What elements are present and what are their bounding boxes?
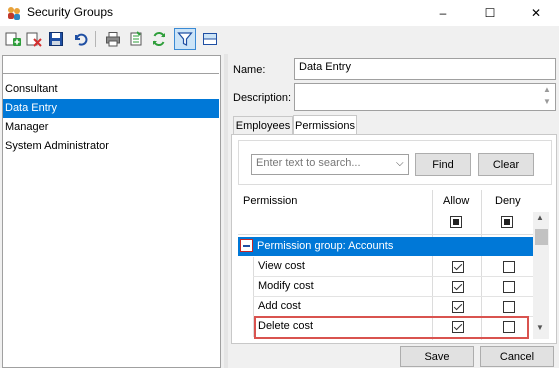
minimize-button[interactable]: – xyxy=(420,0,466,26)
group-item-manager[interactable]: Manager xyxy=(3,118,219,137)
find-button[interactable]: Find xyxy=(415,153,471,176)
search-input[interactable]: Enter text to search... xyxy=(251,154,409,175)
undo-button[interactable] xyxy=(70,29,90,49)
column-header-permission[interactable]: Permission xyxy=(243,195,297,207)
security-groups-app-icon xyxy=(6,5,22,21)
delete-icon xyxy=(26,32,42,47)
group-item-consultant[interactable]: Consultant xyxy=(3,80,219,99)
filter-button[interactable] xyxy=(174,28,196,50)
view-icon xyxy=(203,33,217,45)
filter-icon xyxy=(177,32,193,46)
scrollbar-thumb[interactable] xyxy=(535,229,548,245)
table-row[interactable]: Add cost xyxy=(240,297,530,317)
view-button[interactable] xyxy=(200,29,220,49)
minimize-icon: – xyxy=(439,6,447,20)
deny-checkbox[interactable] xyxy=(503,281,515,293)
undo-icon xyxy=(75,33,88,46)
close-button[interactable]: ✕ xyxy=(513,0,559,26)
permission-group-label: Permission group: Accounts xyxy=(257,240,394,252)
allow-checkbox[interactable] xyxy=(452,281,464,293)
refresh-icon xyxy=(153,31,165,47)
allow-checkbox[interactable] xyxy=(452,261,464,273)
description-field[interactable] xyxy=(294,83,556,111)
deny-checkbox[interactable] xyxy=(503,261,515,273)
export-icon xyxy=(130,31,142,46)
table-row[interactable]: View cost xyxy=(240,257,530,277)
print-button[interactable] xyxy=(103,29,123,49)
group-filter-input[interactable] xyxy=(3,56,219,74)
deny-checkbox[interactable] xyxy=(503,301,515,313)
delete-button[interactable] xyxy=(24,29,44,49)
collapse-icon[interactable] xyxy=(240,239,253,252)
description-scroll-arrows[interactable]: ▲ ▼ xyxy=(540,84,554,110)
save-button[interactable] xyxy=(46,29,66,49)
add-icon xyxy=(5,32,21,46)
permission-name: Modify cost xyxy=(258,280,314,292)
highlight-box xyxy=(254,316,529,339)
scroll-down-icon[interactable]: ▼ xyxy=(536,323,544,332)
group-item-data-entry[interactable]: Data Entry xyxy=(3,99,219,118)
chevron-down-icon[interactable]: ⌵ xyxy=(396,158,404,169)
add-button[interactable] xyxy=(3,29,23,49)
export-button[interactable] xyxy=(126,29,146,49)
save-icon xyxy=(49,32,63,46)
table-row[interactable]: Modify cost xyxy=(240,277,530,297)
save-form-button[interactable]: Save xyxy=(400,346,474,367)
scroll-up-icon[interactable]: ▲ xyxy=(536,213,544,222)
close-icon: ✕ xyxy=(530,6,542,20)
cancel-button[interactable]: Cancel xyxy=(480,346,554,367)
refresh-button[interactable] xyxy=(149,29,169,49)
maximize-icon: ☐ xyxy=(484,6,496,20)
group-item-system-administrator[interactable]: System Administrator xyxy=(3,137,219,156)
print-icon xyxy=(106,32,120,47)
deny-all-checkbox[interactable] xyxy=(501,216,513,228)
description-label: Description: xyxy=(233,92,292,104)
allow-all-checkbox[interactable] xyxy=(450,216,462,228)
maximize-button[interactable]: ☐ xyxy=(467,0,513,26)
permission-name: Add cost xyxy=(258,300,301,312)
name-field[interactable]: Data Entry xyxy=(294,58,556,80)
column-header-allow[interactable]: Allow xyxy=(443,195,469,207)
column-header-deny[interactable]: Deny xyxy=(495,195,521,207)
allow-checkbox[interactable] xyxy=(452,301,464,313)
name-label: Name: xyxy=(233,64,266,76)
tab-permissions[interactable]: Permissions xyxy=(293,115,357,135)
clear-button[interactable]: Clear xyxy=(478,153,534,176)
toolbar-separator xyxy=(95,31,96,47)
permission-name: View cost xyxy=(258,260,305,272)
window-title: Security Groups xyxy=(27,5,114,19)
tab-employees[interactable]: Employees xyxy=(233,116,293,135)
panel-splitter[interactable] xyxy=(224,54,228,368)
